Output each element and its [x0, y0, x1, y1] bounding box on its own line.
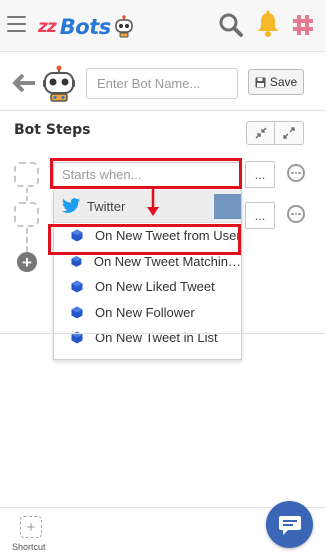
twitter-group-label: Twitter: [87, 198, 126, 214]
collapse-expand-group: [246, 121, 304, 145]
dropdown-item-label: On New Tweet Matchin…: [93, 253, 241, 269]
hamburger-menu-icon[interactable]: [7, 16, 26, 32]
dropdown-item[interactable]: On New Follower: [54, 300, 241, 326]
cube-icon: [71, 280, 83, 293]
zzbots-logo[interactable]: zz Bots: [38, 14, 134, 40]
back-arrow-icon[interactable]: [11, 72, 37, 94]
expand-icon: [283, 127, 295, 139]
cube-icon: [71, 306, 83, 319]
logo-prefix: zz: [38, 17, 57, 37]
floppy-disk-icon: [255, 77, 266, 87]
dropdown-item[interactable]: On New Tweet in List: [54, 325, 241, 351]
search-icon[interactable]: [218, 12, 244, 38]
dropdown-item-label: On New Liked Tweet: [95, 279, 215, 295]
dropdown-item[interactable]: On New Liked Tweet: [54, 274, 241, 300]
bot-steps-title: Bot Steps: [14, 122, 91, 138]
step-connector: [26, 228, 28, 252]
add-step-icon[interactable]: +: [17, 252, 37, 272]
red-arrow-down-icon: [147, 188, 159, 216]
robot-logo-icon: [115, 15, 133, 38]
expand-button[interactable]: [275, 121, 304, 145]
trigger-options-button[interactable]: ...: [245, 161, 275, 188]
twitter-bird-icon: [62, 198, 81, 213]
bell-notification-icon[interactable]: [255, 10, 281, 38]
twitter-thumbnail: [214, 194, 241, 219]
save-label: Save: [269, 75, 298, 89]
chat-bubble-icon: [278, 515, 301, 535]
shortcut-label: Shortcut: [12, 542, 46, 552]
logo-word: Bots: [59, 15, 111, 39]
trigger-select[interactable]: Starts when...: [53, 162, 241, 187]
step-1-placeholder: [14, 162, 39, 187]
dropdown-item[interactable]: On New Tweet from User: [54, 223, 241, 249]
step-connector: [26, 188, 28, 201]
collapse-button[interactable]: [246, 121, 275, 145]
top-navbar: zz Bots: [0, 0, 325, 52]
bot-name-input[interactable]: [86, 68, 238, 99]
dropdown-item-label: On New Follower: [95, 304, 195, 320]
more-options-icon[interactable]: [287, 205, 305, 223]
step-2-placeholder: [14, 202, 39, 227]
cube-icon: [71, 229, 83, 242]
dropdown-item[interactable]: On New Tweet Matchin…: [54, 249, 241, 275]
dropdown-item-label: On New Tweet from User: [95, 228, 241, 244]
content-divider: [0, 333, 325, 334]
add-shortcut-button[interactable]: +: [20, 516, 42, 538]
robot-avatar-icon: [43, 65, 75, 102]
more-options-icon[interactable]: [287, 164, 305, 182]
chat-button[interactable]: [266, 501, 313, 548]
header-divider: [0, 110, 325, 111]
cube-icon: [71, 255, 82, 267]
hashtag-icon[interactable]: [291, 13, 315, 37]
action-options-button[interactable]: ...: [245, 202, 275, 229]
save-button[interactable]: Save: [248, 69, 304, 95]
compress-icon: [255, 127, 266, 139]
